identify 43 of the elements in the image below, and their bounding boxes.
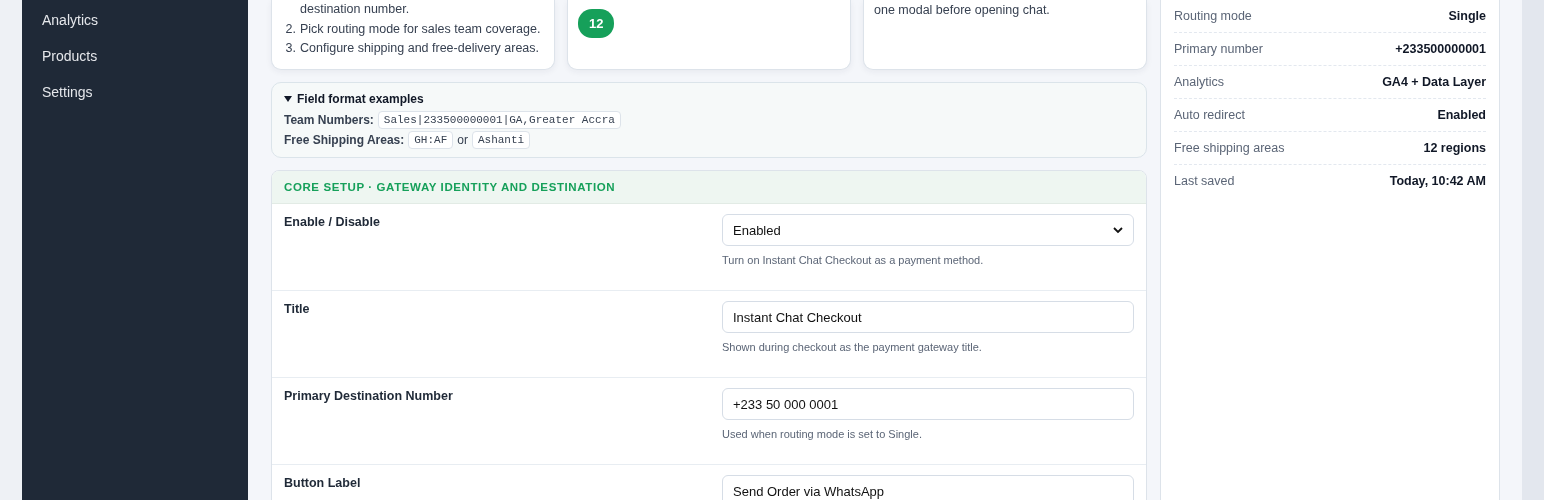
details-title: Field format examples (297, 92, 424, 106)
card-text: one modal before opening chat. (874, 2, 1051, 18)
summary-label: Analytics (1174, 75, 1225, 89)
input-field[interactable]: Instant Chat Checkout (722, 301, 1134, 333)
step-number: 3. (284, 40, 296, 57)
summary-value: Today, 10:42 AM (1389, 174, 1486, 188)
input-field[interactable]: +233 50 000 0001 (722, 388, 1134, 420)
help-text: Used when routing mode is set to Single. (722, 428, 923, 440)
code-example: Sales|233500000001|GA,Greater Accra (377, 111, 621, 129)
section-header: CORE SETUP · GATEWAY IDENTITY AND DESTINATION (272, 171, 1146, 204)
select-field[interactable]: Enabled (722, 214, 1134, 246)
summary-label: Auto redirect (1174, 108, 1245, 122)
step-text: destination number. (300, 1, 410, 18)
step-text: Configure shipping and free-delivery areas. (300, 40, 540, 57)
details-toggle[interactable]: Field format examples (284, 92, 1134, 106)
code-example: Ashanti (471, 131, 531, 149)
summary-label: Last saved (1174, 174, 1235, 188)
field-label: Button Label (284, 476, 362, 492)
field-label: Enable / Disable (284, 215, 381, 231)
step-text: Pick routing mode for sales team coverage. (300, 20, 541, 38)
summary-label: Primary number (1174, 42, 1263, 56)
field-label: Primary Destination Number (284, 389, 454, 405)
summary-value: Enabled (1437, 108, 1486, 122)
summary-value: Single (1448, 9, 1486, 23)
sidebar-item[interactable]: Analytics (22, 10, 248, 46)
sidebar-item[interactable]: Products (22, 46, 248, 82)
input-field[interactable]: Send Order via WhatsApp (722, 475, 1134, 500)
summary-label: Free shipping areas (1174, 141, 1285, 155)
summary-value: GA4 + Data Layer (1382, 75, 1486, 89)
example-label: Team Numbers: (284, 113, 374, 127)
step-number: 2. (284, 20, 296, 38)
count-badge: 12 (578, 9, 615, 38)
sidebar-item[interactable]: Settings (22, 82, 248, 118)
field-label: Title (284, 302, 311, 318)
summary-value: 12 regions (1423, 141, 1486, 155)
joiner-text: or (457, 133, 468, 147)
summary-value: +233500000001 (1395, 42, 1486, 56)
summary-label: Routing mode (1174, 9, 1252, 23)
code-example: GH:AF (408, 131, 454, 149)
help-text: Turn on Instant Chat Checkout as a payment method. (722, 254, 985, 266)
chevron-down-icon (1113, 226, 1123, 234)
help-text: Shown during checkout as the payment gateway title. (722, 341, 983, 353)
example-label: Free Shipping Areas: (284, 133, 405, 147)
